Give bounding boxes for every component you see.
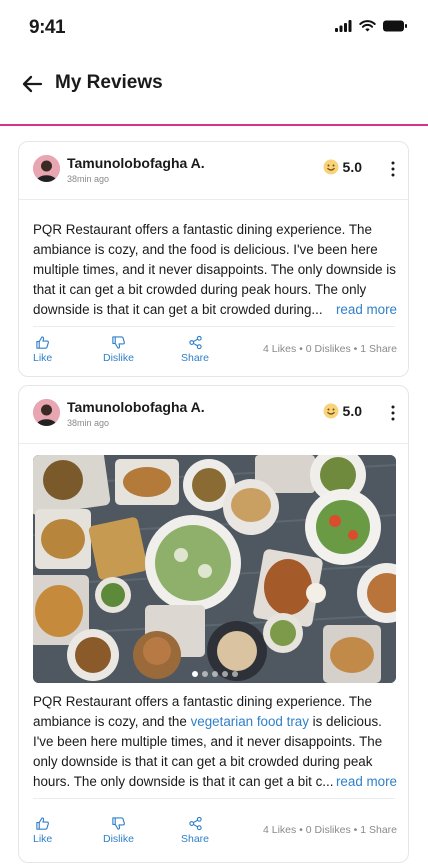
carousel-dot[interactable] — [201, 671, 208, 677]
page-title: My Reviews — [55, 72, 163, 93]
read-more-link[interactable]: read more — [336, 300, 397, 320]
divider — [33, 326, 395, 327]
review-card: Tamunolobofagha A. 38min ago 5.0 PQR Res… — [18, 385, 409, 863]
like-label: Like — [33, 352, 53, 364]
thumbs-up-icon — [36, 336, 50, 349]
avatar[interactable] — [33, 399, 60, 426]
review-header: Tamunolobofagha A. 38min ago 5.0 — [19, 142, 408, 200]
dislike-label: Dislike — [103, 833, 134, 845]
carousel-dot[interactable] — [211, 671, 218, 677]
more-vertical-icon[interactable] — [388, 159, 398, 179]
review-actions: Like Dislike Share 4 Likes • 0 Dislikes … — [33, 335, 397, 375]
share-icon — [188, 335, 202, 350]
carousel-dot[interactable] — [231, 671, 238, 677]
share-label: Share — [181, 833, 210, 845]
rating-value: 5.0 — [342, 159, 362, 175]
food-photo[interactable] — [33, 455, 396, 683]
author-name[interactable]: Tamunolobofagha A. — [67, 155, 205, 171]
review-time: 38min ago — [67, 174, 110, 184]
rating: 5.0 — [323, 403, 362, 419]
share-button[interactable]: Share — [181, 335, 209, 364]
share-button[interactable]: Share — [181, 816, 209, 845]
like-label: Like — [33, 833, 53, 845]
tagged-item-link[interactable]: vegetarian food tray — [191, 714, 309, 729]
share-icon — [188, 816, 202, 831]
review-time: 38min ago — [67, 418, 110, 428]
author-name[interactable]: Tamunolobofagha A. — [67, 399, 205, 415]
back-arrow-icon[interactable] — [20, 72, 44, 96]
page-header: My Reviews — [0, 60, 428, 126]
carousel-dot[interactable] — [191, 671, 198, 677]
carousel-dot[interactable] — [221, 671, 228, 677]
rating-value: 5.0 — [342, 403, 362, 419]
thumbs-down-icon — [112, 817, 125, 830]
status-time: 9:41 — [29, 17, 66, 38]
review-text: PQR Restaurant offers a fantastic dining… — [33, 220, 397, 320]
rating: 5.0 — [323, 159, 362, 175]
smiley-icon — [323, 403, 339, 419]
like-button[interactable]: Like — [33, 335, 52, 364]
like-button[interactable]: Like — [33, 816, 52, 845]
read-more-link[interactable]: read more — [336, 772, 397, 792]
review-header: Tamunolobofagha A. 38min ago 5.0 — [19, 386, 408, 444]
review-stats: 4 Likes • 0 Dislikes • 1 Share — [263, 343, 397, 355]
dislike-button[interactable]: Dislike — [103, 335, 134, 364]
dislike-button[interactable]: Dislike — [103, 816, 134, 845]
status-icons — [335, 20, 408, 32]
wifi-icon — [359, 20, 376, 32]
more-vertical-icon[interactable] — [388, 403, 398, 423]
review-stats: 4 Likes • 0 Dislikes • 1 Share — [263, 824, 397, 836]
signal-icon — [335, 20, 352, 32]
carousel-indicator[interactable] — [33, 671, 396, 677]
share-label: Share — [181, 352, 210, 364]
battery-icon — [383, 20, 407, 32]
avatar[interactable] — [33, 155, 60, 182]
review-text: PQR Restaurant offers a fantastic dining… — [33, 692, 397, 792]
food-platter-image — [33, 455, 396, 683]
thumbs-down-icon — [112, 336, 125, 349]
status-bar: 9:41 — [0, 0, 428, 56]
thumbs-up-icon — [36, 817, 50, 830]
divider — [33, 798, 395, 799]
dislike-label: Dislike — [103, 352, 134, 364]
review-actions: Like Dislike Share 4 Likes • 0 Dislikes … — [33, 816, 397, 856]
review-card: Tamunolobofagha A. 38min ago 5.0 PQR Res… — [18, 141, 409, 377]
smiley-icon — [323, 159, 339, 175]
